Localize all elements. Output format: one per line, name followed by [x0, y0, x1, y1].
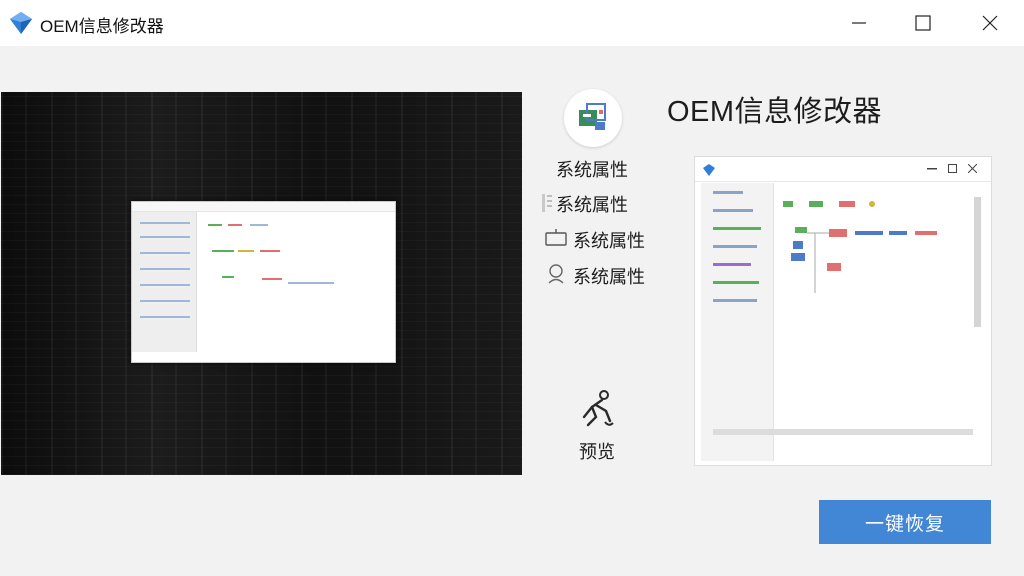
menu-item-user[interactable]: 系统属性 [573, 263, 645, 289]
title-bar: OEM信息修改器 [0, 0, 1024, 47]
preview-thumbnail [694, 156, 992, 466]
panel-icon [542, 194, 552, 212]
close-icon [982, 15, 998, 31]
system-properties-icon [579, 103, 606, 130]
one-click-restore-button[interactable]: 一键恢复 [819, 500, 991, 544]
monitor-icon [545, 229, 567, 246]
page-title: OEM信息修改器 [667, 96, 883, 128]
user-icon [548, 264, 564, 284]
system-properties-icon-circle[interactable] [564, 89, 622, 147]
app-logo-icon [10, 12, 32, 34]
minimize-button[interactable] [836, 0, 882, 46]
menu-item-system-properties[interactable]: 系统属性 [556, 156, 628, 182]
menu-item-monitor[interactable]: 系统属性 [573, 227, 645, 253]
minimize-icon [852, 22, 866, 24]
preview-label[interactable]: 预览 [579, 438, 615, 464]
mini-screenshot-image [131, 201, 396, 363]
preview-figure-icon[interactable] [578, 389, 616, 429]
menu-item-panel[interactable]: 系统属性 [556, 191, 628, 217]
window-title: OEM信息修改器 [40, 17, 164, 36]
maximize-icon [915, 15, 931, 31]
maximize-button[interactable] [900, 0, 946, 46]
close-button[interactable] [967, 0, 1013, 46]
